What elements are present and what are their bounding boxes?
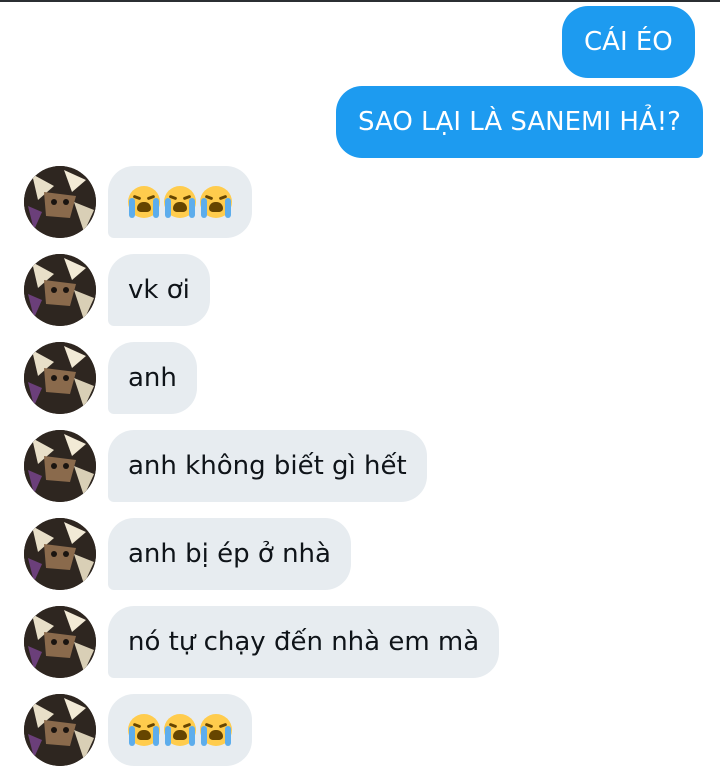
avatar-image: [24, 342, 96, 414]
avatar[interactable]: [24, 166, 96, 238]
loudly-crying-face-icon: [128, 186, 160, 218]
avatar-image: [24, 430, 96, 502]
avatar[interactable]: [24, 254, 96, 326]
avatar-image: [24, 518, 96, 590]
message-text: SAO LẠI LÀ SANEMI HẢ!?: [358, 107, 681, 137]
message-text: anh không biết gì hết: [128, 451, 407, 481]
loudly-crying-face-icon: [164, 714, 196, 746]
avatar[interactable]: [24, 518, 96, 590]
avatar-image: [24, 606, 96, 678]
loudly-crying-face-icon: [200, 714, 232, 746]
message-text: nó tự chạy đến nhà em mà: [128, 627, 480, 657]
avatar-image: [24, 166, 96, 238]
message-text: anh: [128, 363, 177, 393]
received-message[interactable]: [108, 694, 252, 766]
received-message[interactable]: nó tự chạy đến nhà em mà: [108, 606, 500, 678]
emoji-group: [128, 186, 232, 218]
received-message[interactable]: anh không biết gì hết: [108, 430, 427, 502]
avatar[interactable]: [24, 342, 96, 414]
received-message[interactable]: [108, 166, 252, 238]
avatar[interactable]: [24, 694, 96, 766]
avatar-image: [24, 694, 96, 766]
received-message[interactable]: anh bị ép ở nhà: [108, 518, 351, 590]
conversation: CÁI ÉO SAO LẠI LÀ SANEMI HẢ!? vk ơi anh …: [0, 0, 720, 781]
message-text: CÁI ÉO: [584, 27, 673, 57]
received-message[interactable]: anh: [108, 342, 197, 414]
message-text: vk ơi: [128, 275, 190, 305]
received-message[interactable]: vk ơi: [108, 254, 210, 326]
avatar[interactable]: [24, 606, 96, 678]
sent-message[interactable]: CÁI ÉO: [562, 6, 695, 78]
loudly-crying-face-icon: [164, 186, 196, 218]
emoji-group: [128, 714, 232, 746]
loudly-crying-face-icon: [200, 186, 232, 218]
loudly-crying-face-icon: [128, 714, 160, 746]
sent-message[interactable]: SAO LẠI LÀ SANEMI HẢ!?: [336, 86, 703, 158]
avatar-image: [24, 254, 96, 326]
avatar[interactable]: [24, 430, 96, 502]
message-text: anh bị ép ở nhà: [128, 539, 331, 569]
